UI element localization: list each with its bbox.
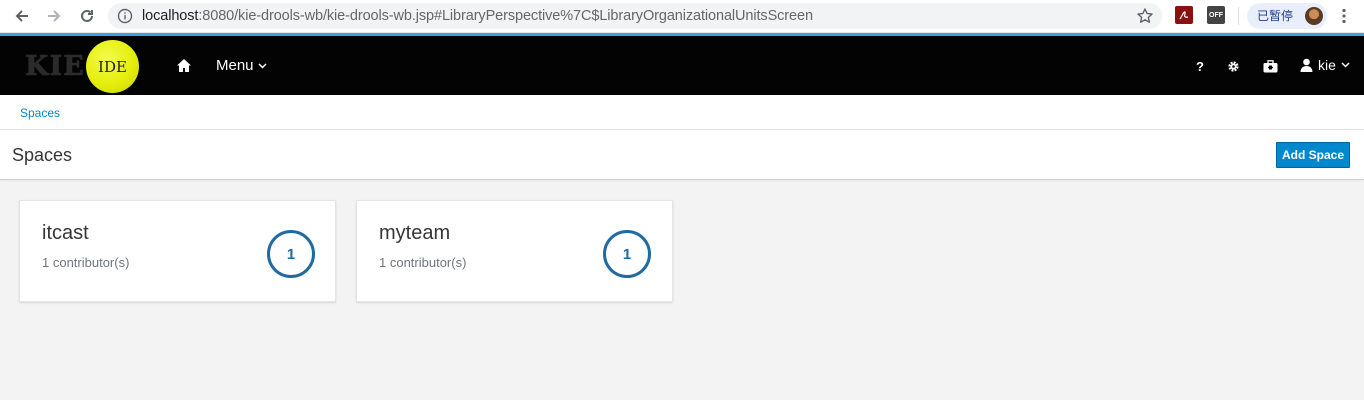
address-bar[interactable]: localhost:8080/kie-drools-wb/kie-drools-… (108, 3, 1162, 29)
page-title: Spaces (12, 145, 73, 165)
bookmark-star-icon[interactable] (1136, 7, 1154, 25)
toolbar-divider (1238, 7, 1239, 25)
project-count-badge: 1 (603, 230, 651, 278)
user-icon (1300, 58, 1313, 72)
page-title-bar: Spaces Add Space (0, 130, 1364, 180)
menu-label: Menu (216, 57, 254, 74)
briefcase-icon[interactable] (1262, 58, 1278, 74)
chevron-down-icon (258, 62, 267, 69)
gear-icon[interactable] (1226, 58, 1240, 74)
pdf-extension-icon[interactable] (1175, 6, 1193, 24)
url-path: :8080/kie-drools-wb/kie-drools-wb.jsp#Li… (198, 8, 813, 24)
user-name: kie (1318, 57, 1336, 73)
info-icon[interactable] (117, 8, 133, 24)
kie-logo-text: KIE (25, 51, 85, 82)
space-name: itcast (42, 222, 89, 244)
add-space-button[interactable]: Add Space (1276, 142, 1350, 168)
space-card-myteam[interactable]: myteam 1 contributor(s) 1 (356, 200, 673, 302)
ide-logo-badge: IDE (86, 40, 139, 93)
project-count-badge: 1 (267, 230, 315, 278)
back-icon[interactable] (10, 4, 34, 28)
profile-button[interactable]: 已暂停 (1247, 3, 1327, 29)
url-text: localhost:8080/kie-drools-wb/kie-drools-… (142, 3, 813, 29)
breadcrumb: Spaces (0, 95, 1364, 130)
menu-dropdown[interactable]: Menu (216, 57, 267, 74)
space-contributors: 1 contributor(s) (42, 255, 130, 270)
space-card-itcast[interactable]: itcast 1 contributor(s) 1 (19, 200, 336, 302)
app-header: KIE IDE Menu ? kie (0, 36, 1364, 95)
reload-icon[interactable] (75, 4, 99, 28)
off-extension-icon[interactable]: OFF (1207, 6, 1225, 24)
profile-avatar (1305, 7, 1323, 25)
breadcrumb-spaces-link[interactable]: Spaces (20, 106, 60, 120)
help-icon[interactable]: ? (1194, 58, 1206, 74)
home-icon[interactable] (176, 58, 192, 73)
space-name: myteam (379, 222, 451, 244)
forward-icon[interactable] (42, 4, 66, 28)
profile-status-label: 已暂停 (1257, 9, 1294, 23)
url-host: localhost (142, 8, 199, 24)
browser-toolbar: localhost:8080/kie-drools-wb/kie-drools-… (0, 0, 1364, 33)
chevron-down-icon (1341, 62, 1350, 68)
space-contributors: 1 contributor(s) (379, 255, 467, 270)
user-menu-dropdown[interactable]: kie (1300, 57, 1350, 73)
kebab-menu-icon[interactable] (1335, 7, 1353, 25)
